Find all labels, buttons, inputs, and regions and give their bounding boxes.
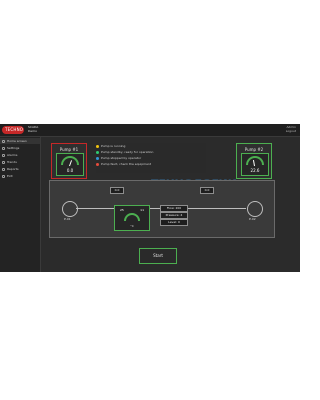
app-title: SCADA Demo xyxy=(28,125,38,133)
app-window: TECHNO SCADA Demo Admin Logout Home scre… xyxy=(0,124,300,272)
home-icon xyxy=(2,139,5,143)
pump-1-panel[interactable]: Pump #1 0.0 xyxy=(51,143,87,179)
tag-left: 0.0 xyxy=(110,187,124,194)
pump-2-gauge-box: 22.6 xyxy=(241,153,269,176)
sidebar-item-settings[interactable]: Settings xyxy=(0,145,40,151)
pipe-label-2: Pressure: 4 xyxy=(160,212,188,219)
sidebar-item-home[interactable]: Home screen xyxy=(0,138,40,144)
pump-2-label: P-02 xyxy=(249,217,256,221)
tag-right: 0.0 xyxy=(200,187,214,194)
pump-1-circle[interactable] xyxy=(62,201,78,217)
logout-link[interactable]: Logout xyxy=(286,129,296,133)
logo-text: TECHNO xyxy=(5,127,24,132)
pump-1-label: P-01 xyxy=(64,217,71,221)
sidebar-item-exit[interactable]: Exit xyxy=(0,173,40,179)
start-button[interactable]: Start xyxy=(139,248,177,264)
brand-logo[interactable]: TECHNO xyxy=(2,126,24,134)
gear-icon xyxy=(2,146,5,150)
center-gauge-box: 25 11 °C xyxy=(114,205,150,231)
pipe-label-3: Level: 0 xyxy=(160,219,188,226)
sidebar-item-label: Reports xyxy=(7,167,19,171)
sidebar-item-reports[interactable]: Reports xyxy=(0,166,40,172)
top-bar: TECHNO SCADA Demo Admin Logout xyxy=(0,124,300,137)
pump-2-value: 22.6 xyxy=(250,168,260,173)
pump-2-gauge xyxy=(246,156,264,165)
status-dot-icon xyxy=(96,144,99,148)
legend-text: Pump stopped by operator xyxy=(101,156,142,160)
title-line-2: Demo xyxy=(28,129,37,133)
pump-1-value: 0.0 xyxy=(66,168,74,173)
legend-text: Pump fault, check the equipment xyxy=(101,162,151,166)
legend-text: Pump is running xyxy=(101,144,126,148)
status-dot-icon xyxy=(96,162,99,166)
sidebar-item-trends[interactable]: Trends xyxy=(0,159,40,165)
bell-icon xyxy=(2,153,5,157)
pump-1-gauge-box: 0.0 xyxy=(56,153,84,176)
center-value-right: 11 xyxy=(140,208,144,212)
center-unit: °C xyxy=(130,224,134,228)
legend-text: Pump standby, ready for operation xyxy=(101,150,154,154)
sidebar: Home screen Settings Alarms Trends Repor… xyxy=(0,137,41,272)
main-content: Pump #1 0.0 Pump is running Pump standby… xyxy=(41,137,300,272)
process-scene: P-01 P-02 0.0 0.0 25 11 °C Flow: 200 Pre… xyxy=(49,180,275,238)
exit-icon xyxy=(2,174,5,178)
report-icon xyxy=(2,167,5,171)
sidebar-item-label: Settings xyxy=(7,146,20,150)
sidebar-item-label: Home screen xyxy=(7,139,27,143)
sidebar-item-label: Alarms xyxy=(7,153,18,157)
pump-1-title: Pump #1 xyxy=(59,147,79,152)
center-gauge xyxy=(124,213,140,221)
status-dot-icon xyxy=(96,150,99,154)
sidebar-item-alarms[interactable]: Alarms xyxy=(0,152,40,158)
status-dot-icon xyxy=(96,156,99,160)
status-legend: Pump is running Pump standby, ready for … xyxy=(96,143,206,173)
sidebar-item-label: Trends xyxy=(7,160,17,164)
pump-2-circle[interactable] xyxy=(247,201,263,217)
center-value-left: 25 xyxy=(120,208,124,212)
pump-2-panel[interactable]: Pump #2 22.6 xyxy=(236,143,272,179)
legend-item: Pump fault, check the equipment xyxy=(96,161,206,167)
chart-icon xyxy=(2,160,5,164)
user-controls[interactable]: Admin Logout xyxy=(286,125,296,133)
sidebar-item-label: Exit xyxy=(7,174,13,178)
pipe-label-1: Flow: 200 xyxy=(160,205,188,212)
pump-2-title: Pump #2 xyxy=(244,147,264,152)
